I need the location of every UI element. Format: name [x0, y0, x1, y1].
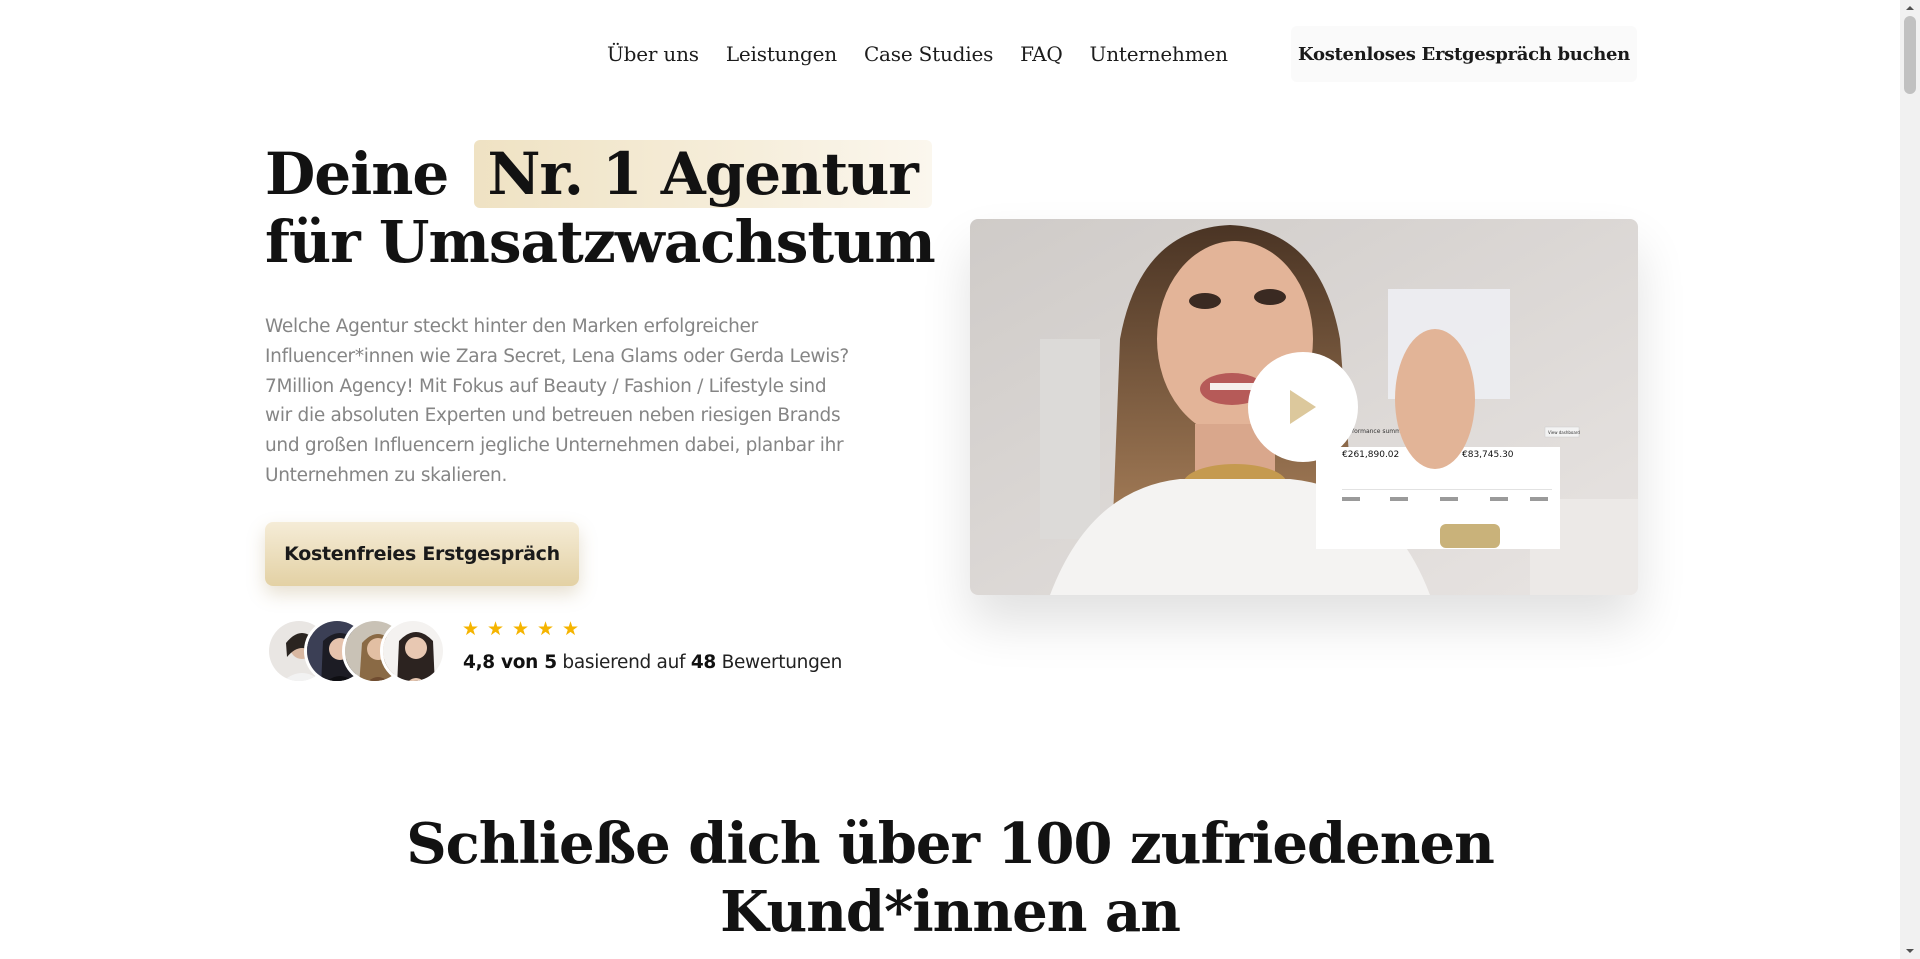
play-button[interactable]: [1248, 352, 1358, 462]
section-title-line1: Schließe dich über 100 zufriedenen: [406, 811, 1495, 877]
star-icon: ★: [537, 619, 555, 640]
nav-link-case-studies[interactable]: Case Studies: [864, 42, 993, 66]
scrollbar-thumb[interactable]: [1904, 16, 1916, 94]
rating-score: 4,8 von 5: [463, 652, 557, 673]
metric-total: €261,890.02: [1342, 450, 1399, 460]
play-icon: [1290, 390, 1316, 424]
nav-link-services[interactable]: Leistungen: [726, 42, 837, 66]
nav-links: Über uns Leistungen Case Studies FAQ Unt…: [607, 42, 1255, 66]
nav-link-faq[interactable]: FAQ: [1020, 42, 1063, 66]
hero-title-highlight: Nr. 1 Agentur: [473, 140, 932, 208]
nav-link-about[interactable]: Über uns: [607, 42, 699, 66]
dashboard-button: View dashboard: [1548, 430, 1580, 435]
customers-section-title: Schließe dich über 100 zufriedenen Kund*…: [0, 810, 1900, 946]
hero-description: Welche Agentur steckt hinter den Marken …: [265, 316, 849, 486]
book-call-button[interactable]: Kostenloses Erstgespräch buchen: [1291, 26, 1637, 82]
hero-title: Deine Nr. 1 Agentur für Umsatzwachstum: [265, 140, 965, 276]
page-scrollbar[interactable]: [1900, 0, 1920, 959]
rating-stars: ★ ★ ★ ★ ★: [462, 620, 581, 639]
hero-title-end: für Umsatzwachstum: [265, 208, 936, 276]
nav-link-company[interactable]: Unternehmen: [1090, 42, 1228, 66]
hero-title-start: Deine: [265, 140, 449, 208]
section-title-line2: Kund*innen an: [720, 879, 1181, 945]
rating-middle: basierend auf: [562, 652, 686, 673]
scroll-up-arrow-icon[interactable]: [1905, 3, 1915, 13]
rating-summary: 4,8 von 5 basierend auf 48 Bewertungen: [463, 652, 842, 673]
star-icon: ★: [462, 619, 480, 640]
rating-suffix: Bewertungen: [721, 652, 843, 673]
metric-attributed: €83,745.30: [1462, 450, 1514, 460]
star-icon: ★: [487, 619, 505, 640]
star-icon: ★: [562, 619, 580, 640]
scroll-down-arrow-icon[interactable]: [1905, 946, 1915, 956]
free-consultation-button[interactable]: Kostenfreies Erstgespräch: [265, 522, 579, 586]
customer-avatars: [266, 618, 450, 684]
rating-count: 48: [690, 652, 716, 673]
top-navigation: Über uns Leistungen Case Studies FAQ Unt…: [0, 0, 1900, 108]
avatar: [380, 618, 446, 684]
star-icon: ★: [512, 619, 530, 640]
